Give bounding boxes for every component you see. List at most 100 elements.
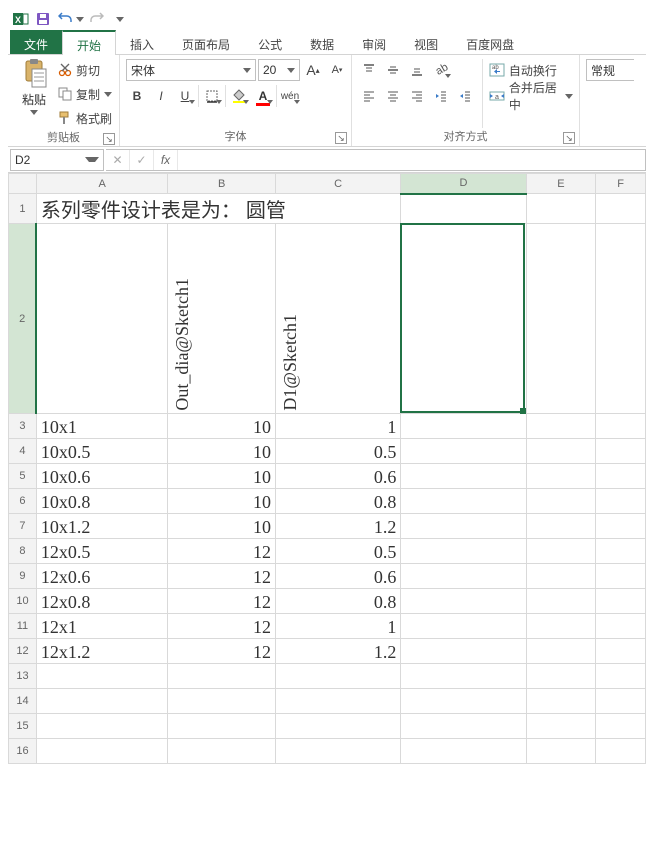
column-header[interactable]: B — [168, 174, 276, 194]
column-header[interactable]: E — [526, 174, 596, 194]
cut-button[interactable]: 剪切 — [58, 59, 112, 81]
dialog-launcher-icon[interactable]: ↘ — [103, 133, 115, 145]
qat-customize-icon[interactable] — [116, 17, 124, 22]
undo-dropdown-icon[interactable] — [76, 17, 84, 22]
row-header[interactable]: 8 — [9, 539, 37, 564]
copy-button[interactable]: 复制 — [58, 83, 112, 105]
font-size-combo[interactable]: 20 — [258, 59, 300, 81]
row-header[interactable]: 2 — [9, 224, 37, 414]
tab-insert[interactable]: 插入 — [116, 30, 168, 54]
save-icon[interactable] — [34, 10, 52, 28]
insert-function-button[interactable]: fx — [154, 150, 178, 170]
row-header[interactable]: 5 — [9, 464, 37, 489]
worksheet-grid[interactable]: ABCDEF 1系列零件设计表是为： 圆管2Out_dia@Sketch1D1@… — [8, 173, 646, 843]
table-cell[interactable]: 1 — [275, 614, 400, 639]
table-cell[interactable]: 10x0.8 — [36, 489, 168, 514]
tab-view[interactable]: 视图 — [400, 30, 452, 54]
row-header[interactable]: 16 — [9, 739, 37, 764]
number-format-combo[interactable]: 常规 — [586, 59, 634, 81]
table-cell[interactable]: 10x1.2 — [36, 514, 168, 539]
align-left-button[interactable] — [358, 85, 380, 107]
paste-button[interactable]: 粘贴 — [14, 59, 54, 115]
align-middle-button[interactable] — [382, 59, 404, 81]
tab-home[interactable]: 开始 — [62, 30, 116, 55]
table-cell[interactable]: 12x0.8 — [36, 589, 168, 614]
font-color-button[interactable]: A — [252, 85, 274, 107]
formula-enter-button[interactable]: ✓ — [130, 150, 154, 170]
format-painter-button[interactable]: 格式刷 — [58, 107, 112, 129]
table-cell[interactable]: 10x1 — [36, 414, 168, 439]
table-cell[interactable]: 1.2 — [275, 514, 400, 539]
column-header[interactable]: A — [36, 174, 168, 194]
tab-file[interactable]: 文件 — [10, 30, 62, 54]
table-cell[interactable]: 10 — [168, 439, 276, 464]
tab-review[interactable]: 审阅 — [348, 30, 400, 54]
table-cell[interactable]: 10x0.6 — [36, 464, 168, 489]
table-cell[interactable]: 0.6 — [275, 564, 400, 589]
selected-cell[interactable] — [401, 224, 526, 414]
title-cell[interactable]: 系列零件设计表是为： 圆管 — [36, 194, 400, 224]
table-cell[interactable]: 12x0.5 — [36, 539, 168, 564]
bold-button[interactable]: B — [126, 85, 148, 107]
table-cell[interactable]: 0.5 — [275, 439, 400, 464]
increase-indent-button[interactable] — [454, 85, 476, 107]
tab-page-layout[interactable]: 页面布局 — [168, 30, 244, 54]
orientation-button[interactable]: ab — [430, 59, 452, 81]
row-header[interactable]: 6 — [9, 489, 37, 514]
phonetic-button[interactable]: wén — [279, 85, 301, 107]
increase-font-size-button[interactable]: A▴ — [302, 59, 324, 81]
header-c[interactable]: D1@Sketch1 — [275, 224, 400, 414]
decrease-indent-button[interactable] — [430, 85, 452, 107]
underline-button[interactable]: U — [174, 85, 196, 107]
row-header[interactable]: 4 — [9, 439, 37, 464]
row-header[interactable]: 11 — [9, 614, 37, 639]
formula-cancel-button[interactable]: ✕ — [106, 150, 130, 170]
font-name-combo[interactable]: 宋体 — [126, 59, 256, 81]
table-cell[interactable]: 0.6 — [275, 464, 400, 489]
fill-color-button[interactable] — [228, 85, 250, 107]
table-cell[interactable]: 12 — [168, 589, 276, 614]
table-cell[interactable]: 10 — [168, 514, 276, 539]
tab-baidu[interactable]: 百度网盘 — [452, 30, 528, 54]
table-cell[interactable]: 12x0.6 — [36, 564, 168, 589]
row-header[interactable]: 13 — [9, 664, 37, 689]
row-header[interactable]: 3 — [9, 414, 37, 439]
column-header[interactable]: C — [275, 174, 400, 194]
redo-icon[interactable] — [88, 10, 106, 28]
table-cell[interactable]: 10 — [168, 464, 276, 489]
row-header[interactable]: 14 — [9, 689, 37, 714]
wrap-text-button[interactable]: ab 自动换行 — [489, 59, 573, 81]
border-button[interactable] — [201, 85, 223, 107]
table-cell[interactable]: 0.8 — [275, 489, 400, 514]
decrease-font-size-button[interactable]: A▾ — [326, 59, 348, 81]
row-header[interactable]: 10 — [9, 589, 37, 614]
align-bottom-button[interactable] — [406, 59, 428, 81]
table-cell[interactable]: 12 — [168, 639, 276, 664]
name-box[interactable]: D2 — [10, 149, 104, 171]
italic-button[interactable]: I — [150, 85, 172, 107]
align-right-button[interactable] — [406, 85, 428, 107]
table-cell[interactable]: 12x1.2 — [36, 639, 168, 664]
row-header[interactable]: 7 — [9, 514, 37, 539]
tab-formulas[interactable]: 公式 — [244, 30, 296, 54]
row-header[interactable]: 9 — [9, 564, 37, 589]
merge-center-button[interactable]: a 合并后居中 — [489, 85, 573, 107]
table-cell[interactable]: 12x1 — [36, 614, 168, 639]
table-cell[interactable]: 12 — [168, 564, 276, 589]
undo-icon[interactable] — [56, 10, 74, 28]
table-cell[interactable]: 1 — [275, 414, 400, 439]
row-header[interactable]: 1 — [9, 194, 37, 224]
table-cell[interactable]: 10 — [168, 414, 276, 439]
formula-input[interactable] — [178, 150, 645, 170]
tab-data[interactable]: 数据 — [296, 30, 348, 54]
header-b[interactable]: Out_dia@Sketch1 — [168, 224, 276, 414]
dialog-launcher-icon[interactable]: ↘ — [563, 132, 575, 144]
table-cell[interactable]: 0.5 — [275, 539, 400, 564]
column-header[interactable]: D — [401, 174, 526, 194]
dialog-launcher-icon[interactable]: ↘ — [335, 132, 347, 144]
align-center-button[interactable] — [382, 85, 404, 107]
table-cell[interactable]: 0.8 — [275, 589, 400, 614]
select-all-corner[interactable] — [9, 174, 37, 194]
row-header[interactable]: 12 — [9, 639, 37, 664]
align-top-button[interactable] — [358, 59, 380, 81]
